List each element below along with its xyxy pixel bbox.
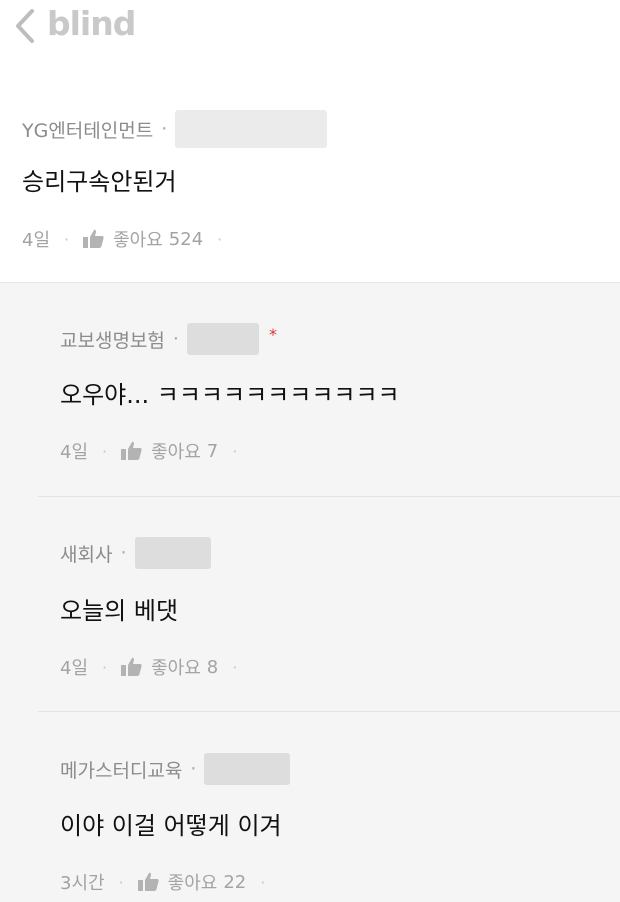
comment-company[interactable]: 메가스터디교육 xyxy=(60,756,182,783)
comment-time: 4일 xyxy=(60,442,89,463)
redacted-nickname xyxy=(186,323,259,355)
author-star-badge: * xyxy=(268,324,277,344)
comment-company[interactable]: 새회사 xyxy=(60,540,112,567)
post-like-button[interactable]: 좋아요 524 xyxy=(83,226,203,252)
comment-body: 이야 이걸 어떻게 이겨 xyxy=(60,812,282,840)
comment-footer: 4일 · 좋아요 8 · xyxy=(60,654,251,680)
post-footer: 4일 · 좋아요 524 · xyxy=(22,226,236,252)
comment-author-row: 메가스터디교육 · xyxy=(60,753,291,785)
comment-like-button[interactable]: 좋아요 22 xyxy=(137,869,247,895)
like-label: 좋아요 xyxy=(167,873,218,894)
redacted-nickname xyxy=(204,753,291,785)
back-chevron-icon xyxy=(16,9,34,43)
top-bar: blind xyxy=(0,0,620,52)
comments-section: 교보생명보험 · * 오우야... ㅋㅋㅋㅋㅋㅋㅋㅋㅋㅋㅋ 4일 · 좋아요 7… xyxy=(0,282,620,902)
comment-divider xyxy=(38,496,620,497)
comment-body: 오늘의 베댓 xyxy=(60,597,179,625)
back-button[interactable] xyxy=(12,8,40,44)
post-company[interactable]: YG엔터테인먼트 xyxy=(22,116,153,143)
comment-footer: 4일 · 좋아요 7 · xyxy=(60,438,251,464)
thumbs-up-icon xyxy=(137,872,160,892)
like-count: 524 xyxy=(168,228,204,250)
like-label: 좋아요 xyxy=(113,230,163,251)
like-count: 7 xyxy=(206,440,219,462)
redacted-nickname xyxy=(175,110,328,148)
comment-company[interactable]: 교보생명보험 xyxy=(60,326,165,353)
app-logo[interactable]: blind xyxy=(47,4,136,43)
redacted-nickname xyxy=(134,537,211,569)
like-count: 8 xyxy=(206,656,219,678)
comment-author-row: 교보생명보험 · * xyxy=(60,323,277,355)
comment-footer: 3시간 · 좋아요 22 · xyxy=(60,869,279,895)
comment-author-row: 새회사 · xyxy=(60,537,211,569)
original-post: YG엔터테인먼트 · 승리구속안된거 4일 · 좋아요 524 · xyxy=(0,52,620,282)
comment-divider xyxy=(38,711,620,712)
comment-time: 4일 xyxy=(60,658,89,679)
comment-like-button[interactable]: 좋아요 8 xyxy=(121,654,218,680)
like-label: 좋아요 xyxy=(151,658,201,679)
thumbs-up-icon xyxy=(121,441,143,461)
post-body: 승리구속안된거 xyxy=(22,168,177,196)
comment-body: 오우야... ㅋㅋㅋㅋㅋㅋㅋㅋㅋㅋㅋ xyxy=(60,381,400,409)
meta-dot: · xyxy=(161,118,168,140)
thumbs-up-icon xyxy=(83,229,105,249)
like-label: 좋아요 xyxy=(151,442,201,463)
post-author-row: YG엔터테인먼트 · xyxy=(22,110,328,148)
post-time: 4일 xyxy=(22,230,51,251)
like-count: 22 xyxy=(223,871,247,893)
comment-like-button[interactable]: 좋아요 7 xyxy=(121,438,218,464)
thumbs-up-icon xyxy=(121,657,143,677)
comment-time: 3시간 xyxy=(60,873,105,894)
